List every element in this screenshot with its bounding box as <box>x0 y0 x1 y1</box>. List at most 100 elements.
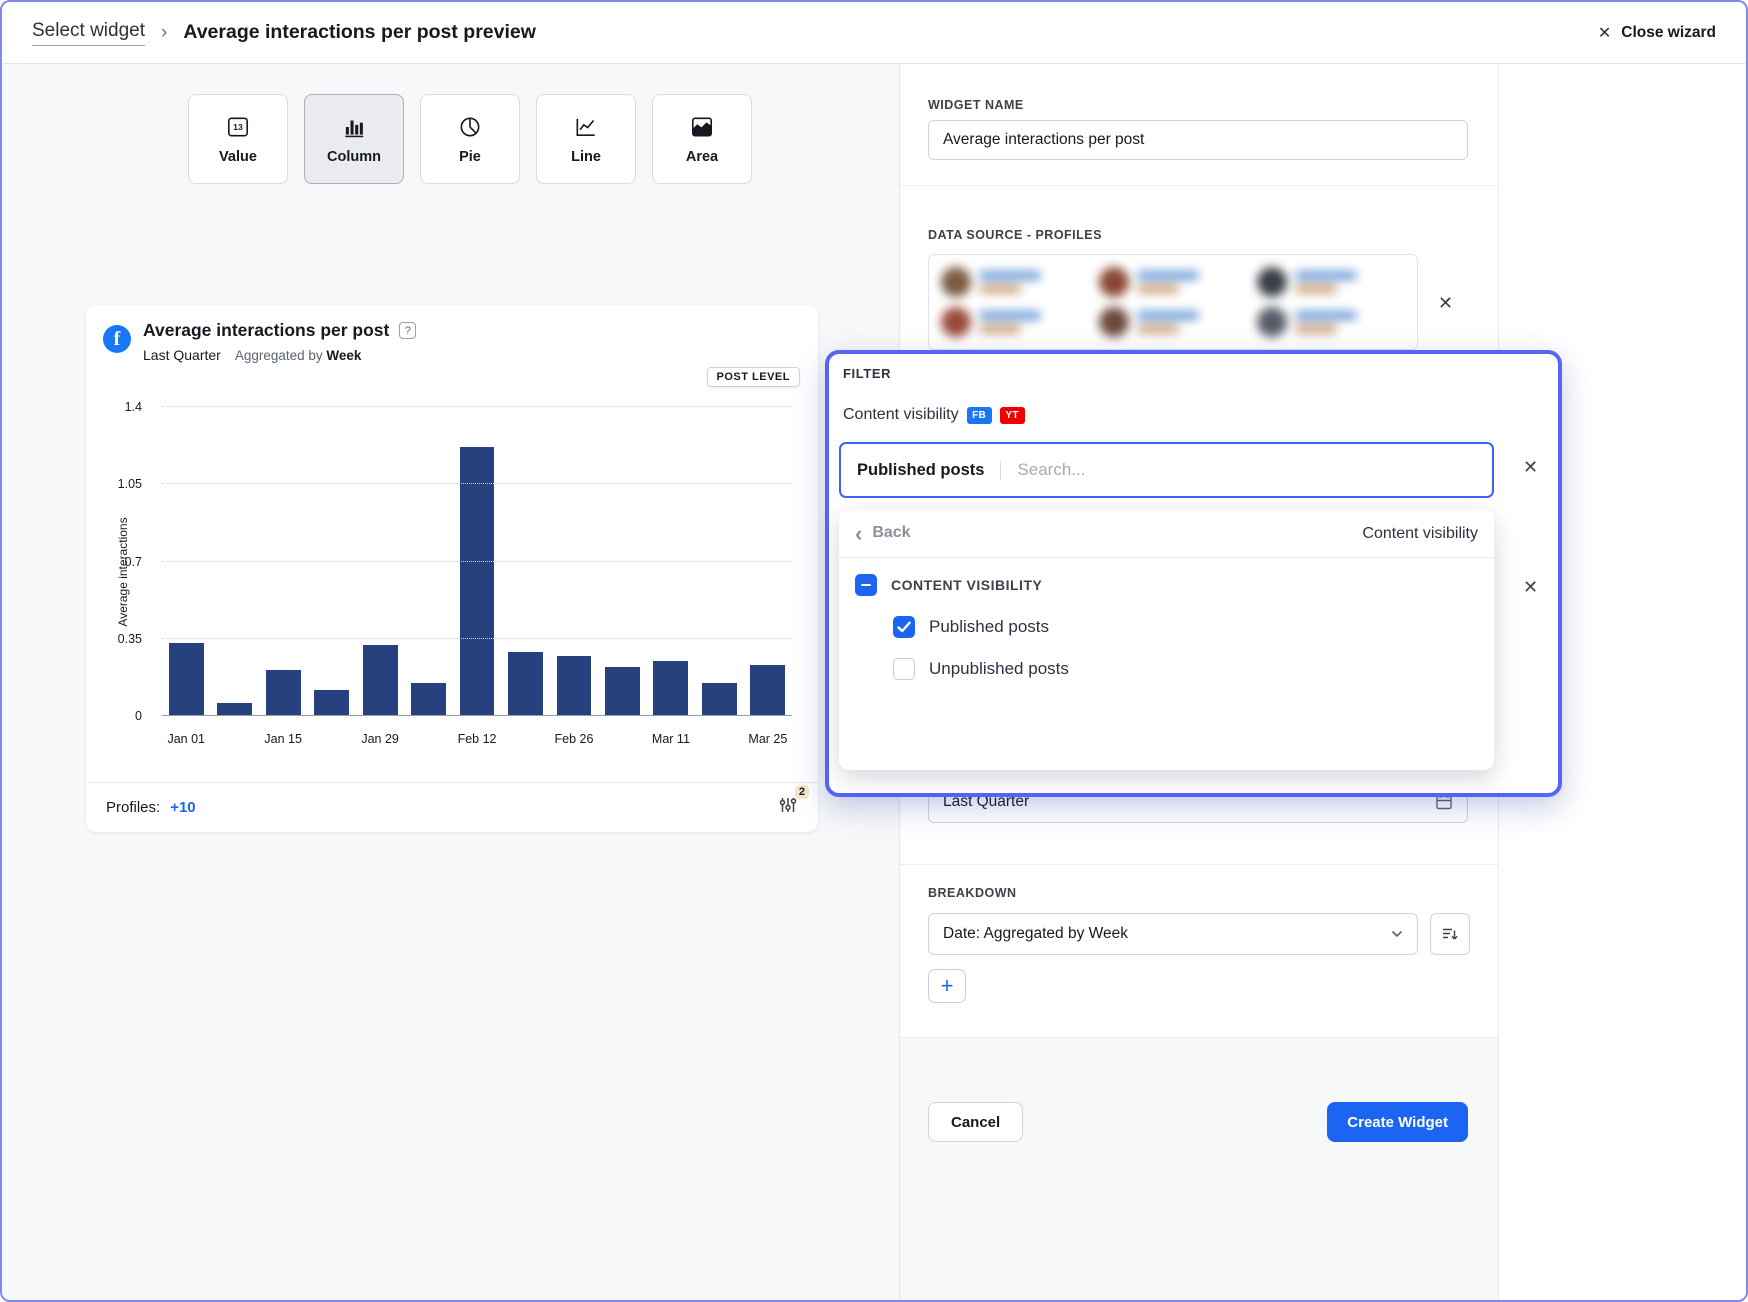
chevron-right-icon: › <box>161 22 167 44</box>
clear-filter-icon[interactable]: ✕ <box>1523 458 1538 476</box>
filter-search-box[interactable]: Published posts <box>839 442 1494 498</box>
checked-checkbox[interactable] <box>893 616 915 638</box>
chart-type-column[interactable]: Column <box>304 94 404 184</box>
y-axis-ticks: 00.350.71.051.4 <box>104 407 154 716</box>
page-title: Average interactions per post preview <box>183 21 536 44</box>
bar-column <box>744 407 792 716</box>
chart-type-area[interactable]: Area <box>652 94 752 184</box>
close-icon: ✕ <box>1598 23 1611 43</box>
bar <box>750 665 785 716</box>
option-published-posts[interactable]: Published posts <box>839 606 1494 648</box>
x-axis-labels: Jan 01Jan 15Jan 29Feb 12Feb 26Mar 11Mar … <box>162 722 792 746</box>
unchecked-checkbox[interactable] <box>893 658 915 680</box>
breakdown-select[interactable]: Date: Aggregated by Week <box>928 913 1418 955</box>
profile-chip <box>941 264 1089 300</box>
gridline <box>162 406 792 407</box>
youtube-network-badge: YT <box>1000 407 1025 424</box>
back-label: Back <box>872 524 910 542</box>
chart-title: Average interactions per post <box>143 320 389 341</box>
widget-name-input[interactable] <box>928 120 1468 160</box>
y-tick-label: 0.35 <box>118 632 142 646</box>
option-label: Published posts <box>929 617 1049 637</box>
wizard-footer: Cancel Create Widget <box>900 1037 1498 1300</box>
bar-column <box>259 407 307 716</box>
section-divider <box>900 185 1498 186</box>
facebook-icon: f <box>103 325 131 353</box>
breakdown-sort-button[interactable] <box>1430 913 1470 955</box>
bar-chart: Average interactions 00.350.71.051.4 Jan… <box>104 403 794 744</box>
bar-column <box>550 407 598 716</box>
profile-chip <box>941 304 1089 340</box>
avatar <box>1257 307 1287 337</box>
chart-preview-card: f Average interactions per post ? Last Q… <box>86 305 818 832</box>
cancel-button[interactable]: Cancel <box>928 1102 1023 1142</box>
option-unpublished-posts[interactable]: Unpublished posts <box>839 648 1494 690</box>
bar <box>508 652 543 716</box>
dropdown-back-button[interactable]: ‹ Back <box>855 524 911 544</box>
bar-plot <box>162 407 792 716</box>
y-tick-label: 0.7 <box>125 555 142 569</box>
avatar <box>1099 307 1129 337</box>
bar <box>460 447 495 716</box>
x-axis-baseline <box>162 715 792 716</box>
x-tick-label: Jan 01 <box>162 732 210 746</box>
svg-text:13: 13 <box>233 122 243 132</box>
indeterminate-checkbox[interactable] <box>855 574 877 596</box>
avatar <box>1257 267 1287 297</box>
chart-type-label: Line <box>571 149 601 165</box>
bar <box>605 667 640 716</box>
chart-type-selector: 13 Value Column Pie Line Area <box>188 94 752 184</box>
bar <box>314 690 349 716</box>
breakdown-value: Date: Aggregated by Week <box>943 925 1128 943</box>
profile-chip <box>1099 264 1247 300</box>
metrics-button[interactable]: 2 <box>778 795 798 820</box>
bar-series <box>162 407 792 716</box>
y-tick-label: 1.05 <box>118 477 142 491</box>
bar <box>557 656 592 716</box>
bar <box>702 683 737 716</box>
profiles-label: Profiles: <box>106 799 160 816</box>
chart-aggregation: Aggregated by Week <box>235 348 362 363</box>
bar <box>217 703 252 716</box>
chart-type-label: Column <box>327 149 381 165</box>
bar-column <box>695 407 743 716</box>
breakdown-label: BREAKDOWN <box>928 886 1017 900</box>
selected-filter-token[interactable]: Published posts <box>857 461 1001 480</box>
chart-type-line[interactable]: Line <box>536 94 636 184</box>
bar-column <box>598 407 646 716</box>
y-tick-label: 0 <box>135 709 142 723</box>
x-tick-label: Feb 12 <box>453 732 501 746</box>
avatar <box>941 267 971 297</box>
add-breakdown-button[interactable]: + <box>928 969 966 1003</box>
chart-type-pie[interactable]: Pie <box>420 94 520 184</box>
bar-column <box>453 407 501 716</box>
profiles-more-link[interactable]: +10 <box>170 799 195 816</box>
close-wizard-button[interactable]: ✕ Close wizard <box>1598 23 1716 43</box>
profile-chip <box>1257 264 1405 300</box>
facebook-network-badge: FB <box>967 407 992 424</box>
post-level-badge: POST LEVEL <box>707 367 800 387</box>
x-tick-label: Feb 26 <box>550 732 598 746</box>
remove-filter-icon[interactable]: ✕ <box>1523 578 1538 596</box>
check-icon <box>897 621 911 633</box>
minus-icon <box>861 584 871 587</box>
content-visibility-group[interactable]: CONTENT VISIBILITY <box>839 558 1494 606</box>
sort-descending-icon <box>1441 925 1459 943</box>
bar <box>266 670 301 716</box>
chart-type-label: Value <box>219 149 257 165</box>
bar-column <box>307 407 355 716</box>
profiles-source-box[interactable] <box>928 254 1418 350</box>
chevron-left-icon: ‹ <box>855 524 862 544</box>
remove-profiles-icon[interactable]: ✕ <box>1438 294 1453 312</box>
metrics-count-badge: 2 <box>795 785 809 799</box>
gridline <box>162 561 792 562</box>
gridline <box>162 638 792 639</box>
chart-period: Last Quarter <box>143 347 221 363</box>
help-icon[interactable]: ? <box>399 322 416 339</box>
create-widget-button[interactable]: Create Widget <box>1327 1102 1468 1142</box>
filter-search-input[interactable] <box>1015 459 1476 481</box>
avatar <box>941 307 971 337</box>
chart-type-value[interactable]: 13 Value <box>188 94 288 184</box>
gridline <box>162 483 792 484</box>
breadcrumb-select-widget[interactable]: Select widget <box>32 20 145 46</box>
